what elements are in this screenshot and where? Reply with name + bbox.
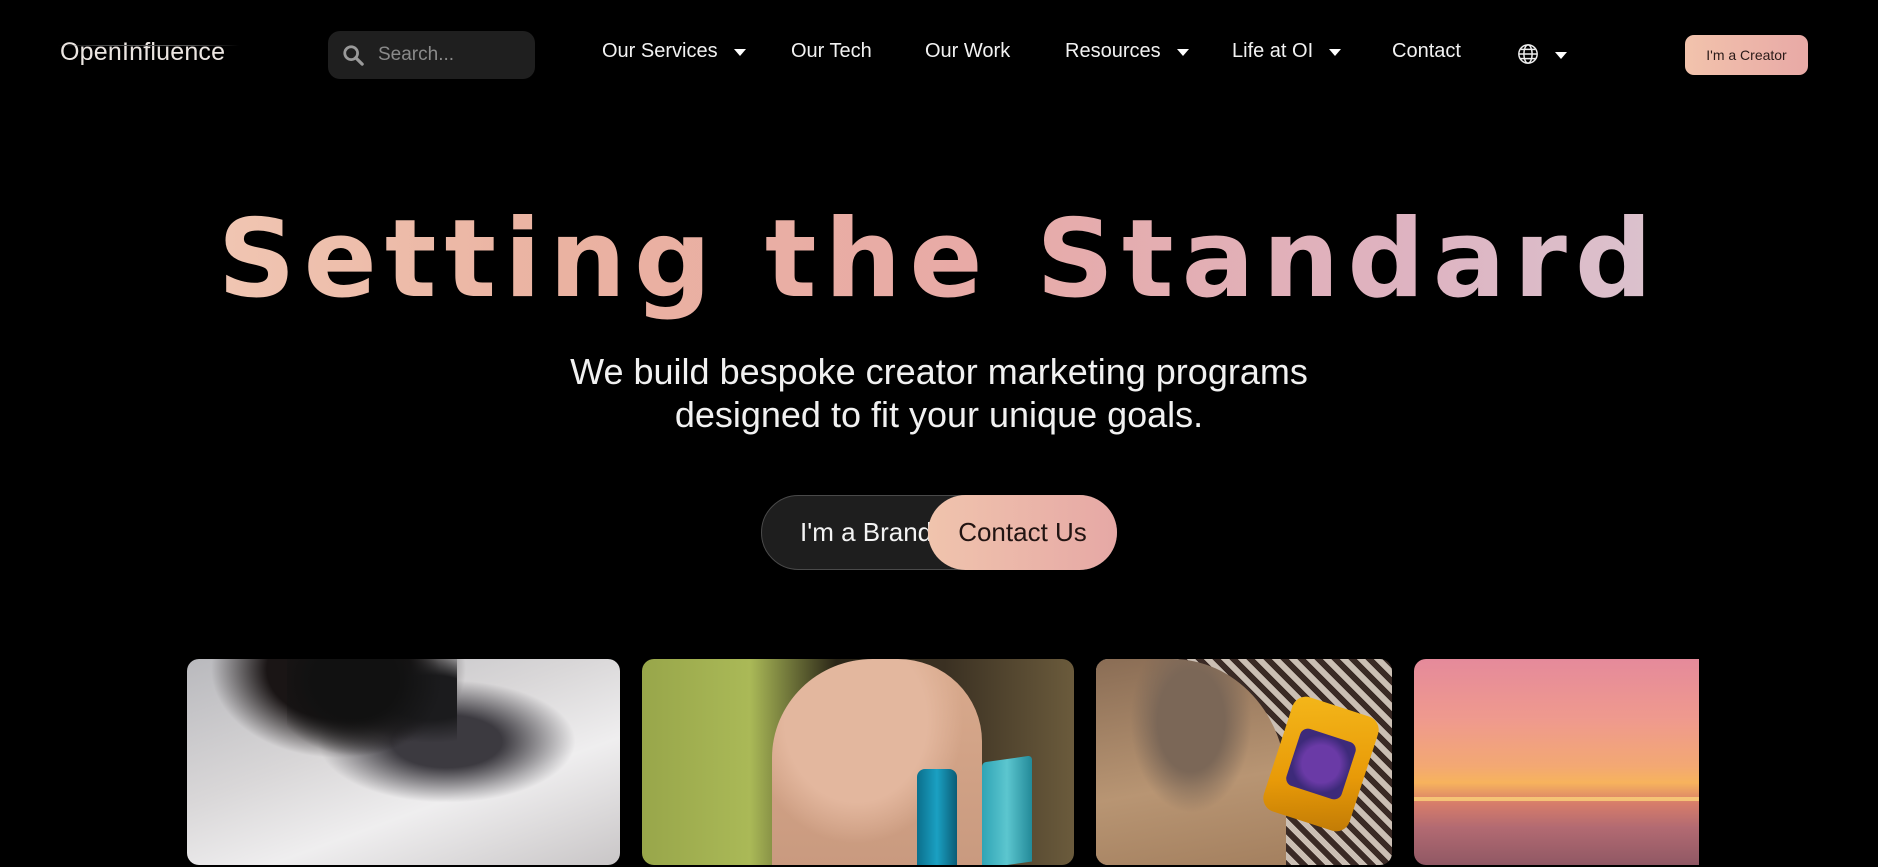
chevron-down-icon bbox=[1555, 51, 1567, 59]
top-navigation: OpenInfluence Our Services Our Tech Our … bbox=[0, 0, 1878, 110]
gallery-image-woman-with-products bbox=[642, 659, 1074, 865]
nav-item-label: Life at OI bbox=[1232, 40, 1314, 62]
contact-us-button[interactable]: Contact Us bbox=[928, 495, 1117, 570]
hero-subtitle-line-1: We build bespoke creator marketing progr… bbox=[570, 351, 1308, 392]
hero-subtitle: We build bespoke creator marketing progr… bbox=[0, 350, 1878, 436]
nav-item-label: Our Services bbox=[602, 40, 718, 62]
language-selector[interactable] bbox=[1517, 43, 1567, 65]
nav-item-our-tech[interactable]: Our Tech bbox=[791, 40, 872, 63]
chevron-down-icon bbox=[1176, 49, 1189, 56]
gallery-image-cat-closeup bbox=[187, 659, 620, 865]
gallery-image-laundry-detergent bbox=[1096, 659, 1392, 865]
im-a-creator-button[interactable]: I'm a Creator bbox=[1685, 35, 1808, 75]
image-detail bbox=[917, 769, 957, 865]
nav-item-label: Our Work bbox=[925, 40, 1011, 62]
hero-title: Setting the Standard bbox=[0, 195, 1878, 325]
nav-item-label: Contact bbox=[1392, 40, 1461, 62]
chevron-down-icon bbox=[733, 49, 746, 56]
nav-item-label: Resources bbox=[1065, 40, 1161, 62]
nav-item-our-work[interactable]: Our Work bbox=[925, 40, 1010, 63]
hero-subtitle-line-2: designed to fit your unique goals. bbox=[674, 394, 1204, 435]
nav-item-resources[interactable]: Resources bbox=[1065, 40, 1189, 63]
hero-cta-group: I'm a Brand Contact Us bbox=[761, 495, 1117, 570]
search-icon bbox=[343, 45, 364, 66]
chevron-down-icon bbox=[1329, 49, 1342, 56]
globe-icon bbox=[1518, 44, 1538, 64]
nav-item-label: Our Tech bbox=[791, 40, 872, 62]
gallery-image-sunset-beach bbox=[1414, 659, 1699, 865]
search-box[interactable] bbox=[328, 31, 535, 79]
nav-item-our-services[interactable]: Our Services bbox=[602, 40, 746, 63]
search-input[interactable] bbox=[378, 44, 528, 66]
image-detail bbox=[982, 755, 1032, 865]
image-detail bbox=[1096, 659, 1286, 865]
im-a-brand-button[interactable]: I'm a Brand bbox=[800, 496, 932, 569]
openinfluence-logo[interactable]: OpenInfluence bbox=[57, 38, 240, 67]
nav-item-contact[interactable]: Contact bbox=[1392, 40, 1461, 63]
nav-item-life-at-oi[interactable]: Life at OI bbox=[1232, 40, 1342, 63]
